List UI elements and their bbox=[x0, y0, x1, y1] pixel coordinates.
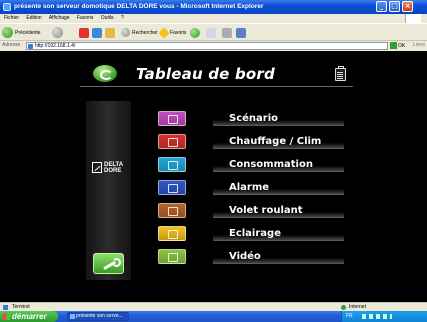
home-icon bbox=[105, 27, 115, 38]
maximize-button[interactable]: □ bbox=[389, 1, 400, 12]
forward-button[interactable] bbox=[52, 26, 65, 39]
edit-icon bbox=[236, 27, 246, 38]
search-label: Rechercher bbox=[132, 29, 158, 36]
search-button[interactable]: Rechercher bbox=[121, 26, 158, 39]
menu-fichier[interactable]: Fichier bbox=[4, 15, 19, 21]
delta-dore-mark-icon bbox=[92, 162, 102, 173]
mail-icon bbox=[206, 27, 216, 38]
sidebar-panel: DELTA DORE bbox=[86, 101, 131, 280]
mail-button[interactable] bbox=[206, 26, 216, 39]
minimize-button[interactable]: _ bbox=[376, 1, 387, 12]
address-input[interactable]: http://192.168.1.4/ bbox=[26, 42, 388, 50]
dashboard-header: Tableau de bord bbox=[80, 59, 353, 87]
notepad-icon[interactable] bbox=[335, 66, 346, 81]
menu-favoris[interactable]: Favoris bbox=[77, 15, 93, 21]
status-text: Terminé bbox=[12, 304, 30, 310]
delta-dore-logo-icon bbox=[93, 65, 117, 82]
windows-logo-icon bbox=[405, 14, 421, 23]
menu-outils[interactable]: Outils bbox=[101, 15, 114, 21]
menu-edition[interactable]: Edition bbox=[26, 15, 41, 21]
home-button[interactable] bbox=[105, 26, 115, 39]
menu-item-alarme[interactable]: Alarme bbox=[213, 181, 344, 195]
back-label: Précédente bbox=[15, 29, 41, 36]
favorites-label: Favoris bbox=[170, 29, 187, 36]
search-icon bbox=[121, 28, 130, 37]
page-status-icon bbox=[3, 305, 8, 310]
menu-item-eclairage[interactable]: Eclairage bbox=[213, 227, 344, 241]
page-content: Tableau de bord DELTA DORE Scénario Chauf… bbox=[0, 51, 427, 302]
address-bar: Adresse http://192.168.1.4/ OK Liens bbox=[0, 40, 427, 50]
print-icon bbox=[222, 27, 232, 38]
thermometer-icon[interactable] bbox=[158, 134, 186, 149]
menu-item-chauffage-clim[interactable]: Chauffage / Clim bbox=[213, 135, 344, 149]
menu-item-scenario[interactable]: Scénario bbox=[213, 112, 344, 126]
tray-icons[interactable] bbox=[362, 314, 392, 319]
internet-zone-icon bbox=[341, 305, 346, 310]
menu-affichage[interactable]: Affichage bbox=[49, 15, 70, 21]
task-label: présente son serve... bbox=[76, 313, 123, 319]
toolbar: Précédente Rechercher Favoris bbox=[0, 23, 427, 40]
brand-logo: DELTA DORE bbox=[92, 161, 126, 175]
page-title: Tableau de bord bbox=[136, 65, 275, 83]
favorites-button[interactable]: Favoris bbox=[158, 26, 187, 39]
consumption-chart-icon[interactable] bbox=[158, 157, 186, 172]
browser-window: présente son serveur domotique DELTA DOR… bbox=[0, 0, 427, 322]
title-bar[interactable]: présente son serveur domotique DELTA DOR… bbox=[0, 0, 427, 14]
start-button[interactable]: démarrer bbox=[0, 311, 58, 322]
address-url: http://192.168.1.4/ bbox=[35, 43, 76, 49]
windows-flag-icon bbox=[3, 313, 10, 320]
go-label: OK bbox=[398, 43, 406, 49]
ie-app-icon bbox=[3, 3, 11, 11]
zone-text: Internet bbox=[349, 304, 366, 310]
print-button[interactable] bbox=[222, 26, 232, 39]
menu-item-video[interactable]: Vidéo bbox=[213, 250, 344, 264]
menu-item-consommation[interactable]: Consommation bbox=[213, 158, 344, 172]
history-button[interactable] bbox=[190, 26, 202, 39]
menu-item-volet-roulant[interactable]: Volet roulant bbox=[213, 204, 344, 218]
refresh-icon bbox=[92, 27, 102, 38]
lightbulb-icon[interactable] bbox=[158, 226, 186, 241]
window-title: présente son serveur domotique DELTA DOR… bbox=[14, 3, 264, 10]
scenario-icon[interactable] bbox=[158, 111, 186, 126]
shutter-icon[interactable] bbox=[158, 203, 186, 218]
back-button[interactable]: Précédente bbox=[2, 26, 41, 39]
ie-task-icon bbox=[70, 314, 75, 319]
system-tray: FR bbox=[341, 311, 427, 322]
close-button[interactable]: × bbox=[402, 1, 413, 12]
start-label: démarrer bbox=[12, 312, 47, 321]
menu-bar: Fichier Edition Affichage Favoris Outils… bbox=[0, 14, 427, 23]
stop-icon bbox=[79, 27, 89, 38]
taskbar-item-browser[interactable]: présente son serve... bbox=[67, 312, 129, 321]
go-arrow-icon bbox=[390, 42, 397, 50]
history-icon bbox=[190, 27, 200, 38]
go-button[interactable]: OK bbox=[390, 42, 408, 50]
address-label: Adresse bbox=[2, 42, 21, 48]
settings-wrench-button[interactable] bbox=[93, 253, 124, 274]
video-icon[interactable] bbox=[158, 249, 186, 264]
edit-button[interactable] bbox=[236, 26, 246, 39]
alarm-house-icon[interactable] bbox=[158, 180, 186, 195]
forward-arrow-icon bbox=[52, 27, 63, 38]
star-icon bbox=[158, 26, 170, 39]
status-bar: Terminé Internet bbox=[0, 302, 427, 311]
menu-help[interactable]: ? bbox=[121, 15, 124, 21]
brand-line2: DORE bbox=[104, 168, 122, 174]
page-icon bbox=[28, 44, 33, 49]
taskbar: démarrer présente son serve... FR bbox=[0, 311, 427, 322]
language-indicator[interactable]: FR bbox=[346, 311, 353, 322]
back-arrow-icon bbox=[2, 27, 13, 38]
links-label[interactable]: Liens bbox=[413, 42, 425, 48]
stop-button[interactable] bbox=[79, 26, 89, 39]
refresh-button[interactable] bbox=[92, 26, 102, 39]
